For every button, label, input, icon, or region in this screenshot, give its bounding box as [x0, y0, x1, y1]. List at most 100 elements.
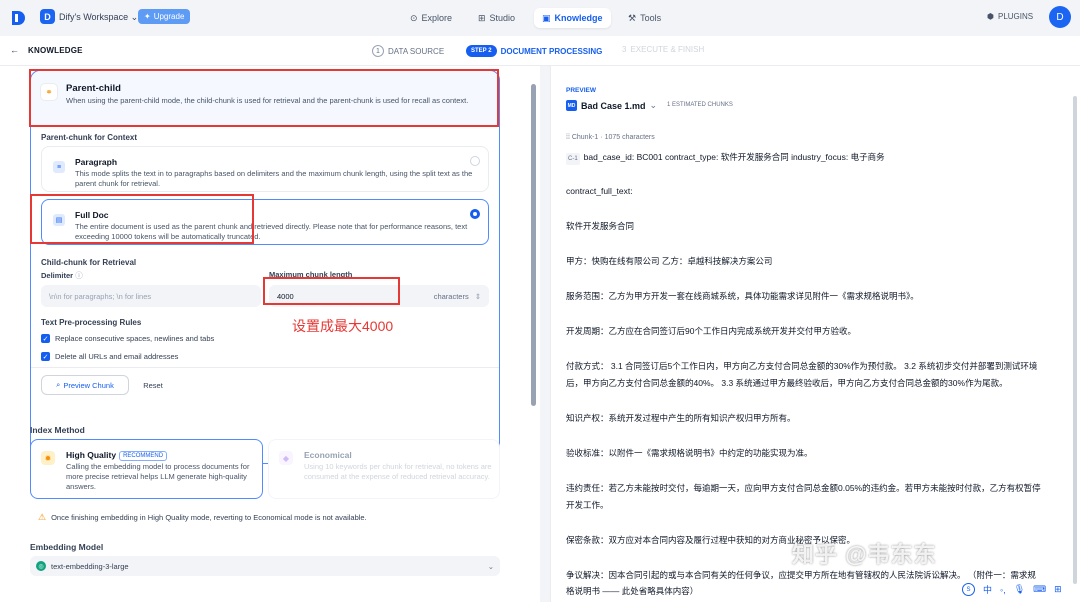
book-icon: ▣	[542, 12, 551, 23]
sparkle-icon: ✦	[144, 12, 151, 21]
paragraph-icon: ≡	[53, 161, 65, 173]
rule-delete-urls[interactable]: ✓ Delete all URLs and email addresses	[41, 352, 178, 361]
step-label: EXECUTE & FINISH	[630, 45, 705, 54]
preview-chunk-button[interactable]: ⌕ Preview Chunk	[41, 375, 129, 395]
nav-studio[interactable]: ⊞ Studio	[470, 8, 523, 28]
nav-explore-label: Explore	[421, 13, 453, 23]
index-method-title: Index Method	[30, 425, 85, 435]
chunk-line: 付款方式： 3.1 合同签订后5个工作日内，甲方向乙方支付合同总金额的30%作为…	[566, 361, 1038, 371]
chunk-line: 后，甲方向乙方支付合同总金额的40%。 3.3 系统通过甲方最终验收后，甲方向乙…	[566, 378, 1008, 388]
parent-child-card[interactable]: ⚭ Parent-child When using the parent-chi…	[30, 70, 500, 464]
annotation-box-full-doc	[30, 194, 254, 244]
annotation-text: 设置成最大4000	[292, 318, 394, 334]
embedding-model-title: Embedding Model	[30, 542, 104, 552]
high-quality-title: High Quality RECOMMEND	[66, 450, 168, 461]
child-chunk-tag: C-1	[566, 153, 580, 165]
user-avatar[interactable]: D	[1049, 6, 1071, 28]
chevron-down-icon: ⌄	[649, 100, 658, 110]
zhihu-watermark: 知乎 @韦东东	[792, 542, 937, 567]
economical-title: Economical	[304, 450, 352, 460]
reset-button[interactable]: Reset	[135, 375, 171, 395]
step-label: DOCUMENT PROCESSING	[500, 46, 603, 56]
ime-tray: S 中 ◦, 🎙 ⌨ ⊞	[962, 583, 1062, 596]
chunk-line: 开发工作。	[566, 500, 609, 510]
checkbox-checked-icon[interactable]: ✓	[41, 352, 50, 361]
high-quality-option[interactable]: ✹ High Quality RECOMMEND Calling the embe…	[30, 439, 263, 499]
compass-icon: ⊙	[410, 12, 418, 23]
parent-chunk-label: Parent-chunk for Context	[41, 133, 138, 142]
ime-language[interactable]: 中	[983, 583, 992, 596]
hammer-icon: ⚒	[628, 12, 637, 23]
paragraph-title: Paragraph	[75, 157, 118, 167]
warning-text: Once finishing embedding in High Quality…	[51, 512, 367, 522]
chunk-line: contract_full_text:	[566, 186, 633, 196]
estimated-chunks: 1 ESTIMATED CHUNKS	[667, 102, 733, 108]
left-scrollbar-thumb[interactable]	[531, 84, 536, 406]
preview-file-select[interactable]: MD Bad Case 1.md ⌄	[566, 100, 657, 111]
ime-mode-icon[interactable]: S	[962, 583, 975, 596]
paragraph-option[interactable]: ≡ Paragraph This mode splits the text in…	[41, 146, 489, 192]
chunk-line: 软件开发服务合同	[566, 221, 635, 231]
step-label: DATA SOURCE	[388, 46, 445, 56]
top-nav: D Dify's Workspace ⌄ ✦ Upgrade ⊙ Explore…	[0, 0, 1080, 36]
chunk-line: C-1 bad_case_id: BC001 contract_type: 软件开…	[566, 151, 1056, 165]
workspace-switcher[interactable]: Dify's Workspace ⌄	[59, 12, 138, 23]
right-scrollbar-thumb[interactable]	[1073, 96, 1077, 584]
checkbox-checked-icon[interactable]: ✓	[41, 334, 50, 343]
microphone-icon[interactable]: 🎙	[1014, 584, 1025, 595]
nav-knowledge-label: Knowledge	[554, 13, 603, 23]
stepper-icon[interactable]: ⇕	[475, 292, 481, 301]
chunk-line-text: bad_case_id: BC001 contract_type: 软件开发服务…	[583, 152, 885, 162]
info-icon[interactable]: ⓘ	[75, 271, 83, 280]
rule-label: Replace consecutive spaces, newlines and…	[55, 334, 215, 343]
keyboard-icon[interactable]: ⌨	[1033, 584, 1046, 595]
star-icon: ✹	[41, 451, 55, 465]
chunk-id: Chunk-1	[571, 134, 599, 141]
step-data-source: 1 DATA SOURCE	[372, 45, 444, 57]
back-arrow-icon[interactable]: ←	[10, 45, 19, 55]
punctuation-icon[interactable]: ◦,	[1000, 585, 1006, 595]
coins-icon: ◆	[279, 451, 293, 465]
chevron-down-icon: ⌄	[130, 12, 139, 22]
plugins-button[interactable]: ⬢ PLUGINS	[987, 12, 1033, 21]
grid-icon[interactable]: ⊞	[1054, 584, 1062, 595]
paragraph-radio[interactable]	[470, 156, 480, 166]
chunk-chars: 1075 characters	[604, 134, 655, 141]
delimiter-input[interactable]: \n\n for paragraphs; \n for lines	[41, 285, 261, 307]
index-warning: ⚠ Once finishing embedding in High Quali…	[30, 507, 500, 527]
nav-explore[interactable]: ⊙ Explore	[402, 8, 460, 28]
preview-label: PREVIEW	[566, 87, 596, 94]
upgrade-button[interactable]: ✦ Upgrade	[138, 9, 191, 24]
step-execute-finish: 3 EXECUTE & FINISH	[622, 45, 704, 54]
studio-icon: ⊞	[478, 12, 486, 23]
economical-desc: Using 10 keywords per chunk for retrieva…	[304, 462, 492, 481]
nav-knowledge[interactable]: ▣ Knowledge	[534, 8, 611, 28]
annotation-box-max-length	[263, 277, 400, 305]
openai-icon: ◎	[36, 561, 46, 571]
embedding-model-value: text-embedding-3-large	[51, 561, 129, 571]
paragraph-desc: This mode splits the text in to paragrap…	[75, 169, 473, 188]
high-quality-title-text: High Quality	[66, 450, 117, 460]
nav-tools[interactable]: ⚒ Tools	[620, 8, 669, 28]
workspace-avatar[interactable]: D	[40, 9, 55, 24]
dify-logo-icon[interactable]	[10, 9, 26, 27]
rule-label: Delete all URLs and email addresses	[55, 352, 179, 361]
search-icon: ⌕	[56, 380, 61, 389]
delimiter-label-text: Delimiter	[41, 271, 74, 280]
preview-chunk-label: Preview Chunk	[63, 380, 114, 390]
economical-option[interactable]: ◆ Economical Using 10 keywords per chunk…	[268, 439, 500, 499]
child-chunk-label: Child-chunk for Retrieval	[41, 258, 137, 267]
chunk-line: 违约责任：若乙方未能按时交付，每逾期一天，应向甲方支付合同总金额0.05%的违约…	[566, 483, 1041, 493]
steps-bar: ← KNOWLEDGE 1 DATA SOURCE STEP 2 DOCUMEN…	[0, 36, 1080, 66]
rule-replace-spaces[interactable]: ✓ Replace consecutive spaces, newlines a…	[41, 334, 214, 343]
embedding-model-select[interactable]: ◎ text-embedding-3-large ⌄	[30, 556, 500, 576]
full-doc-radio[interactable]	[470, 209, 480, 219]
plugins-label: PLUGINS	[997, 12, 1034, 21]
upgrade-label: Upgrade	[153, 12, 185, 21]
preview-panel: PREVIEW MD Bad Case 1.md ⌄ 1 ESTIMATED C…	[550, 66, 1080, 602]
settings-panel: ⚭ Parent-child When using the parent-chi…	[0, 66, 540, 602]
annotation-box-parent-child	[29, 69, 499, 127]
chunk-line: 争议解决：因本合同引起的或与本合同有关的任何争议，应提交甲方所在地有管辖权的人民…	[566, 570, 1036, 580]
workspace-name: Dify's Workspace	[59, 12, 129, 22]
nav-tools-label: Tools	[640, 13, 662, 23]
